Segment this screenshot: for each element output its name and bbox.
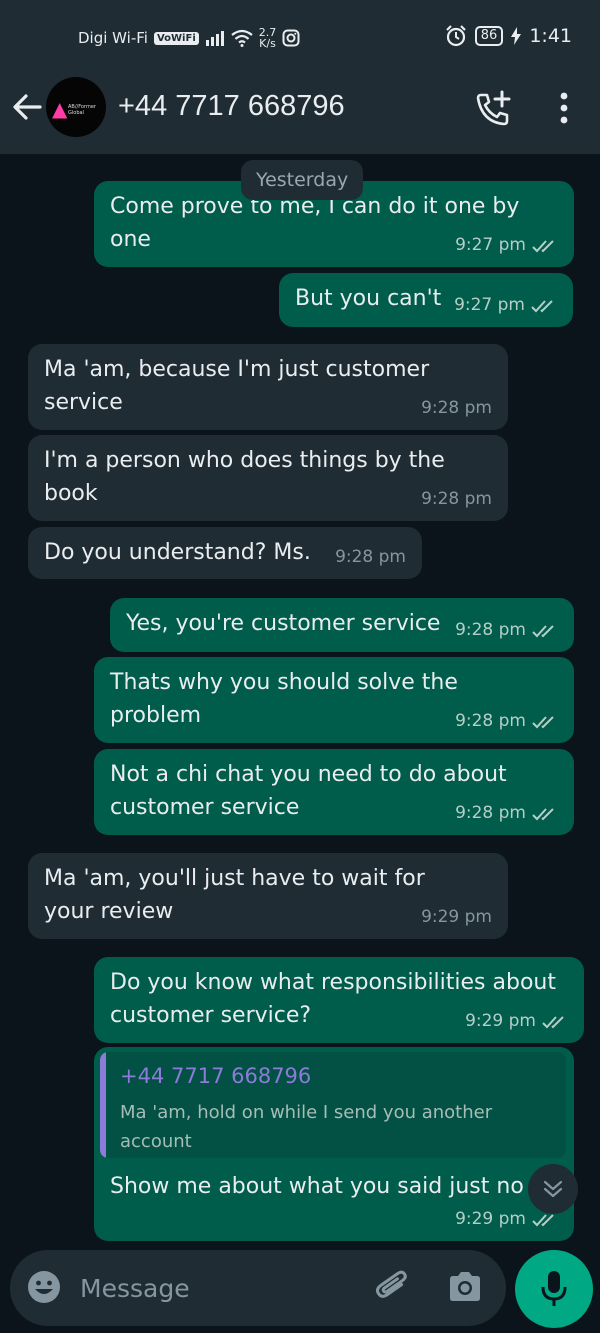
message-bubble-out[interactable]: Not a chi chat you need to do about cust… xyxy=(94,749,574,835)
emoji-icon[interactable] xyxy=(26,1269,62,1305)
message-meta: 9:27 pm xyxy=(454,289,557,322)
message-text: I'm a person who does things by the book xyxy=(44,448,445,506)
scroll-to-bottom-button[interactable] xyxy=(528,1164,578,1214)
message-bubble-in[interactable]: I'm a person who does things by the book… xyxy=(28,435,508,521)
add-call-icon[interactable] xyxy=(474,90,512,128)
avatar-text: AB//Former Global xyxy=(68,104,96,116)
message-time: 9:28 pm xyxy=(455,620,526,640)
net-speed-unit: K/s xyxy=(259,37,276,50)
mic-icon xyxy=(541,1271,567,1306)
clock-time: 1:41 xyxy=(529,25,572,47)
message-meta: 9:28 pm xyxy=(455,797,558,830)
message-meta: 9:29 pm xyxy=(421,901,492,934)
message-input[interactable] xyxy=(80,1268,360,1308)
message-meta: 9:28 pm xyxy=(421,483,492,516)
double-check-icon xyxy=(531,299,553,312)
contact-name[interactable]: +44 7717 668796 xyxy=(118,90,345,123)
message-time: 9:29 pm xyxy=(465,1011,536,1031)
signal-icon xyxy=(205,31,224,46)
message-bubble-in[interactable]: Ma 'am, because I'm just customer servic… xyxy=(28,344,508,430)
alarm-icon xyxy=(446,25,466,47)
avatar[interactable]: ▲ AB//Former Global xyxy=(46,77,106,137)
message-bubble-out[interactable]: Thats why you should solve the problem 9… xyxy=(94,657,574,743)
message-meta: 9:28 pm xyxy=(335,541,406,574)
message-meta: 9:28 pm xyxy=(455,705,558,738)
message-bubble-out[interactable]: But you can't 9:27 pm xyxy=(279,273,573,327)
message-time: 9:28 pm xyxy=(455,803,526,823)
date-separator: Yesterday xyxy=(241,160,364,200)
message-bubble-in[interactable]: Ma 'am, you'll just have to wait for you… xyxy=(28,853,508,939)
message-meta: 9:28 pm xyxy=(455,614,558,647)
message-meta: 9:29 pm xyxy=(465,1005,568,1038)
instagram-icon xyxy=(282,29,300,47)
message-time: 9:29 pm xyxy=(421,907,492,927)
back-arrow-icon[interactable] xyxy=(10,90,44,124)
more-vert-icon[interactable] xyxy=(552,92,576,124)
battery-indicator: 86 xyxy=(474,26,504,46)
net-speed: 2.7 K/s xyxy=(259,27,277,49)
double-check-icon xyxy=(532,807,554,820)
quoted-text: Ma 'am, hold on while I send you another… xyxy=(120,1102,493,1152)
message-bubble-out[interactable]: Yes, you're customer service 9:28 pm xyxy=(110,598,574,652)
message-meta: 9:27 pm xyxy=(455,229,558,262)
camera-icon[interactable] xyxy=(446,1268,484,1306)
message-time: 9:28 pm xyxy=(455,711,526,731)
status-left: Digi Wi-Fi VoWiFi 2.7 K/s xyxy=(78,27,300,49)
double-chevron-down-icon xyxy=(543,1180,563,1198)
carrier-label: Digi Wi-Fi xyxy=(78,29,148,47)
status-bar: Digi Wi-Fi VoWiFi 2.7 K/s 86 1:41 xyxy=(0,0,600,70)
message-text: Show me about what you said just no xyxy=(110,1174,524,1199)
vowifi-badge: VoWiFi xyxy=(153,31,199,45)
message-text: Ma 'am, because I'm just customer servic… xyxy=(44,357,430,415)
mic-button[interactable] xyxy=(515,1250,593,1328)
double-check-icon xyxy=(532,624,554,637)
message-composer xyxy=(10,1250,506,1326)
message-time: 9:28 pm xyxy=(421,489,492,509)
message-time: 9:29 pm xyxy=(455,1209,526,1229)
avatar-logo-icon: ▲ xyxy=(52,97,68,121)
message-meta: 9:28 pm xyxy=(421,392,492,425)
attach-icon[interactable] xyxy=(372,1266,412,1308)
double-check-icon xyxy=(532,239,554,252)
message-text: Thats why you should solve the problem xyxy=(110,670,458,728)
charging-bolt-icon xyxy=(511,27,522,45)
message-time: 9:28 pm xyxy=(421,398,492,418)
double-check-icon xyxy=(542,1015,564,1028)
message-bubble-out[interactable]: Do you know what responsibilities about … xyxy=(94,957,584,1043)
double-check-icon xyxy=(532,715,554,728)
message-text: Ma 'am, you'll just have to wait for you… xyxy=(44,866,425,924)
message-bubble-in[interactable]: Do you understand? Ms. 9:28 pm xyxy=(28,527,422,579)
message-time: 9:27 pm xyxy=(455,235,526,255)
message-time: 9:27 pm xyxy=(454,295,525,315)
quote-accent-bar xyxy=(100,1052,106,1158)
status-right: 86 1:41 xyxy=(445,25,572,47)
quoted-message[interactable]: +44 7717 668796 Ma 'am, hold on while I … xyxy=(100,1052,566,1158)
quoted-sender: +44 7717 668796 xyxy=(120,1064,312,1088)
message-time: 9:28 pm xyxy=(335,547,406,567)
wifi-icon xyxy=(231,29,253,47)
chat-header: ▲ AB//Former Global +44 7717 668796 xyxy=(0,70,600,154)
